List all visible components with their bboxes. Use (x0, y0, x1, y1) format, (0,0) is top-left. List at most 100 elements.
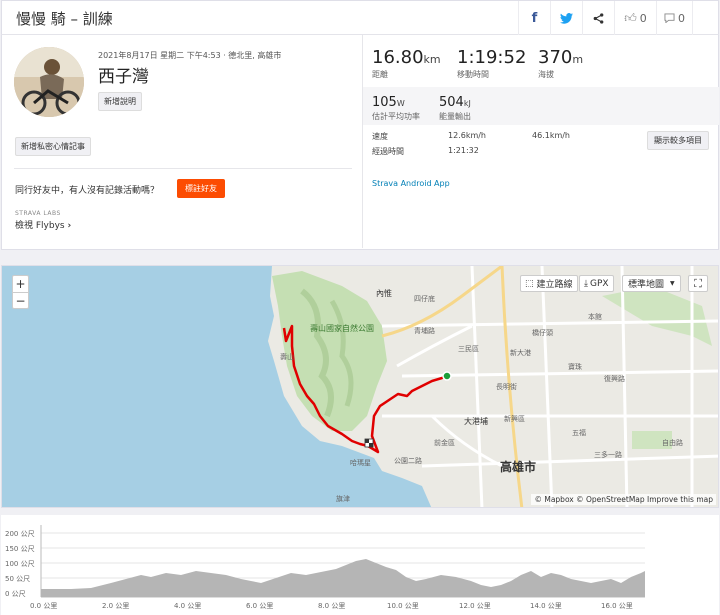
map-label: 內惟 (376, 289, 392, 298)
stat-elevation: 370m 海拔 (538, 47, 583, 80)
map-label: 三民區 (458, 345, 479, 353)
map-type-label: 標準地圖 (628, 280, 665, 290)
map-label: 旗津 (336, 495, 350, 503)
share-icon (593, 12, 604, 24)
speed-avg: 12.6km/h (448, 131, 487, 140)
map-label: 新大港 (510, 349, 531, 357)
flyby-question: 同行好友中，有人沒有記錄活動嗎？ (15, 186, 160, 196)
map-label: 公園二路 (394, 457, 422, 465)
zoom-control: + − (12, 275, 29, 309)
kudos-button[interactable]: 👍︎ 0 (614, 1, 656, 35)
tag-friends-button[interactable]: 標註好友 (177, 179, 225, 198)
strava-labs-label: STRAVA LABS (15, 210, 61, 217)
fullscreen-button[interactable]: ⛶ (688, 275, 708, 292)
speed-max: 46.1km/h (532, 131, 571, 140)
twitter-share-button[interactable] (550, 1, 582, 35)
map-label: 寶珠 (568, 363, 582, 371)
route-start-marker[interactable] (442, 371, 452, 381)
create-route-label: 建立路線 (536, 280, 573, 290)
fullscreen-icon: ⛶ (694, 276, 702, 290)
map-type-select[interactable]: 標準地圖 ▼ (622, 275, 681, 292)
avatar[interactable] (14, 47, 84, 117)
elapsed-time-label: 經過時間 (372, 147, 404, 156)
map-label: 壽山 (280, 353, 294, 361)
x-tick-label: 2.0 公里 (102, 602, 130, 610)
activity-name: 西子灣 (98, 67, 149, 87)
map-label: 長明街 (496, 383, 517, 391)
map-attribution[interactable]: © Mapbox © OpenStreetMap Improve this ma… (531, 494, 716, 505)
add-private-notes-button[interactable]: 新增私密心情記事 (15, 137, 91, 156)
comment-count: 0 (678, 11, 685, 25)
show-more-button[interactable]: 顯示較多項目 (647, 131, 709, 150)
divider (14, 168, 352, 169)
map-label: 四仔底 (414, 295, 435, 303)
create-route-button[interactable]: ⬚ 建立路線 (520, 275, 578, 292)
moving-time-value: 1:19:52 (457, 47, 527, 68)
x-tick-label: 0.0 公里 (30, 602, 58, 610)
x-tick-label: 14.0 公里 (530, 602, 562, 610)
map-label: 三多一路 (594, 451, 622, 459)
speed-label: 速度 (372, 132, 388, 141)
facebook-share-button[interactable]: f (518, 1, 550, 35)
route-finish-marker[interactable] (364, 438, 374, 448)
elapsed-time-value: 1:21:32 (448, 146, 479, 155)
power-value: 105 (372, 95, 397, 110)
x-tick-label: 10.0 公里 (387, 602, 419, 610)
device-name[interactable]: Strava Android App (372, 179, 450, 188)
zoom-in-button[interactable]: + (13, 276, 28, 293)
x-tick-label: 4.0 公里 (174, 602, 202, 610)
map-label: 本館 (588, 313, 602, 321)
stat-energy: 504kJ 能量輸出 (439, 91, 471, 122)
view-flybys-label: 檢視 Flybys (15, 221, 65, 231)
panel-divider (362, 35, 363, 248)
distance-unit: km (423, 53, 441, 66)
chevron-down-icon: ▼ (670, 280, 675, 287)
athlete-photo (14, 47, 84, 117)
add-description-button[interactable]: 新增說明 (98, 92, 142, 111)
page-title: 慢慢 騎 – 訓練 (16, 10, 113, 28)
map-label: 哈瑪星 (350, 459, 371, 467)
map-label: 新興區 (504, 415, 525, 423)
map-label: 前金區 (434, 439, 455, 447)
energy-unit: kJ (463, 99, 471, 108)
x-tick-label: 6.0 公里 (246, 602, 274, 610)
map-canvas (2, 266, 718, 507)
distance-value: 16.80 (372, 47, 424, 68)
activity-map[interactable]: 內惟 壽山國家自然公園 高雄市 大港埔 三民區 新大港 新興區 前金區 哈瑪星 … (1, 265, 719, 508)
activity-datetime: 2021年8月17日 星期二 下午4:53 · 德北里, 高雄市 (98, 51, 282, 60)
more-options-button[interactable] (692, 1, 720, 35)
x-tick-label: 12.0 公里 (459, 602, 491, 610)
elevation-area (41, 559, 645, 597)
comment-button[interactable]: 0 (656, 1, 692, 35)
moving-time-label: 移動時間 (457, 70, 489, 79)
map-label: 自由路 (662, 439, 683, 447)
map-label: 高雄市 (500, 460, 537, 474)
park-patch (602, 286, 712, 346)
elevation-value: 370 (538, 47, 573, 68)
share-button[interactable] (582, 1, 614, 35)
elevation-label: 海拔 (538, 70, 554, 79)
elevation-profile[interactable]: 200 公尺 150 公尺 100 公尺 50 公尺 0 公尺 0.0 公里 2… (1, 515, 719, 615)
zoom-out-button[interactable]: − (13, 293, 28, 309)
stat-distance: 16.80km 距離 (372, 47, 441, 80)
thumbs-up-icon: 👍︎ (624, 10, 637, 25)
x-tick-label: 16.0 公里 (601, 602, 633, 610)
route-icon: ⬚ (525, 278, 534, 289)
map-label: 橋仔頭 (532, 329, 553, 337)
power-label: 估計平均功率 (372, 112, 420, 121)
kudos-count: 0 (639, 11, 647, 25)
map-label: 復興路 (604, 375, 625, 383)
elevation-unit: m (572, 53, 584, 66)
distance-label: 距離 (372, 70, 388, 79)
activity-summary: 2021年8月17日 星期二 下午4:53 · 德北里, 高雄市 西子灣 新增說… (1, 35, 719, 250)
chevron-right-icon: › (67, 221, 72, 231)
map-label: 青埔路 (414, 327, 435, 335)
view-flybys-link[interactable]: 檢視 Flybys › (15, 218, 71, 231)
elevation-chart (40, 525, 645, 598)
facebook-icon: f (531, 10, 538, 26)
gpx-label: GPX (589, 278, 609, 289)
energy-label: 能量輸出 (439, 112, 471, 121)
gpx-export-button[interactable]: ⤓ GPX (579, 275, 614, 292)
comment-icon (664, 13, 675, 23)
stat-moving-time: 1:19:52 移動時間 (457, 47, 526, 80)
